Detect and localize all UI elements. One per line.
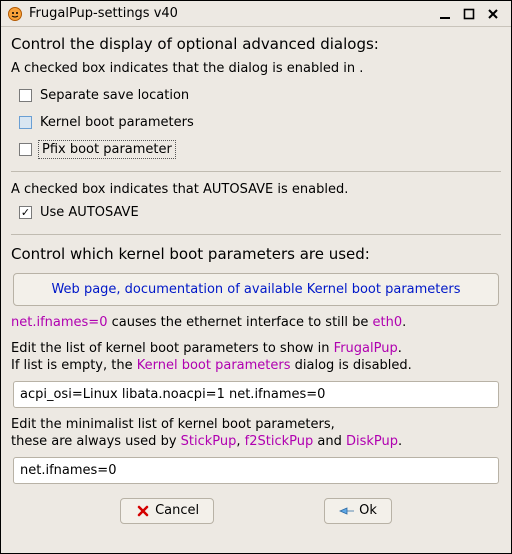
separator — [11, 171, 501, 172]
minimal-params-field[interactable] — [13, 457, 499, 484]
maximize-button[interactable] — [457, 4, 481, 24]
window-title: FrugalPup-settings v40 — [29, 6, 433, 21]
window: FrugalPup-settings v40 Control the displ… — [0, 0, 512, 554]
checkbox-label: Pfix boot parameter — [40, 142, 174, 157]
kernel-params-field[interactable] — [13, 381, 499, 408]
check-pfix[interactable]: Pfix boot parameter — [19, 142, 501, 157]
checkbox-label: Separate save location — [40, 88, 189, 103]
check-autosave[interactable]: Use AUTOSAVE — [19, 205, 501, 220]
edit2-note: Edit the minimalist list of kernel boot … — [11, 416, 501, 451]
ok-button[interactable]: Ok — [324, 498, 392, 524]
section1-intro: A checked box indicates that the dialog … — [11, 61, 501, 76]
checkbox-label: Use AUTOSAVE — [40, 205, 139, 220]
docs-link-button[interactable]: Web page, documentation of available Ker… — [13, 273, 499, 306]
section1-heading: Control the display of optional advanced… — [11, 35, 501, 53]
net-ifnames-code: net.ifnames=0 — [11, 315, 107, 330]
net-ifnames-note: net.ifnames=0 causes the ethernet interf… — [11, 314, 501, 332]
checkbox-label: Kernel boot parameters — [40, 115, 194, 130]
checkbox-kernel-params[interactable] — [19, 116, 32, 129]
app-icon — [7, 6, 23, 22]
ok-icon — [339, 503, 355, 519]
section2-intro: A checked box indicates that AUTOSAVE is… — [11, 182, 501, 197]
cancel-label: Cancel — [155, 503, 199, 518]
checkbox-autosave[interactable] — [19, 206, 32, 219]
cancel-icon — [135, 503, 151, 519]
check-separate-save[interactable]: Separate save location — [19, 88, 501, 103]
check-kernel-params[interactable]: Kernel boot parameters — [19, 115, 501, 130]
eth0-text: eth0 — [373, 315, 403, 330]
section3-heading: Control which kernel boot parameters are… — [11, 245, 501, 263]
content-area: Control the display of optional advanced… — [1, 27, 511, 553]
checkbox-separate-save[interactable] — [19, 89, 32, 102]
separator — [11, 234, 501, 235]
close-button[interactable] — [481, 4, 505, 24]
edit1-note: Edit the list of kernel boot parameters … — [11, 340, 501, 375]
cancel-button[interactable]: Cancel — [120, 498, 214, 524]
button-row: Cancel Ok — [11, 498, 501, 524]
checkbox-pfix[interactable] — [19, 143, 32, 156]
ok-label: Ok — [359, 503, 377, 518]
minimize-button[interactable] — [433, 4, 457, 24]
titlebar: FrugalPup-settings v40 — [1, 1, 511, 27]
